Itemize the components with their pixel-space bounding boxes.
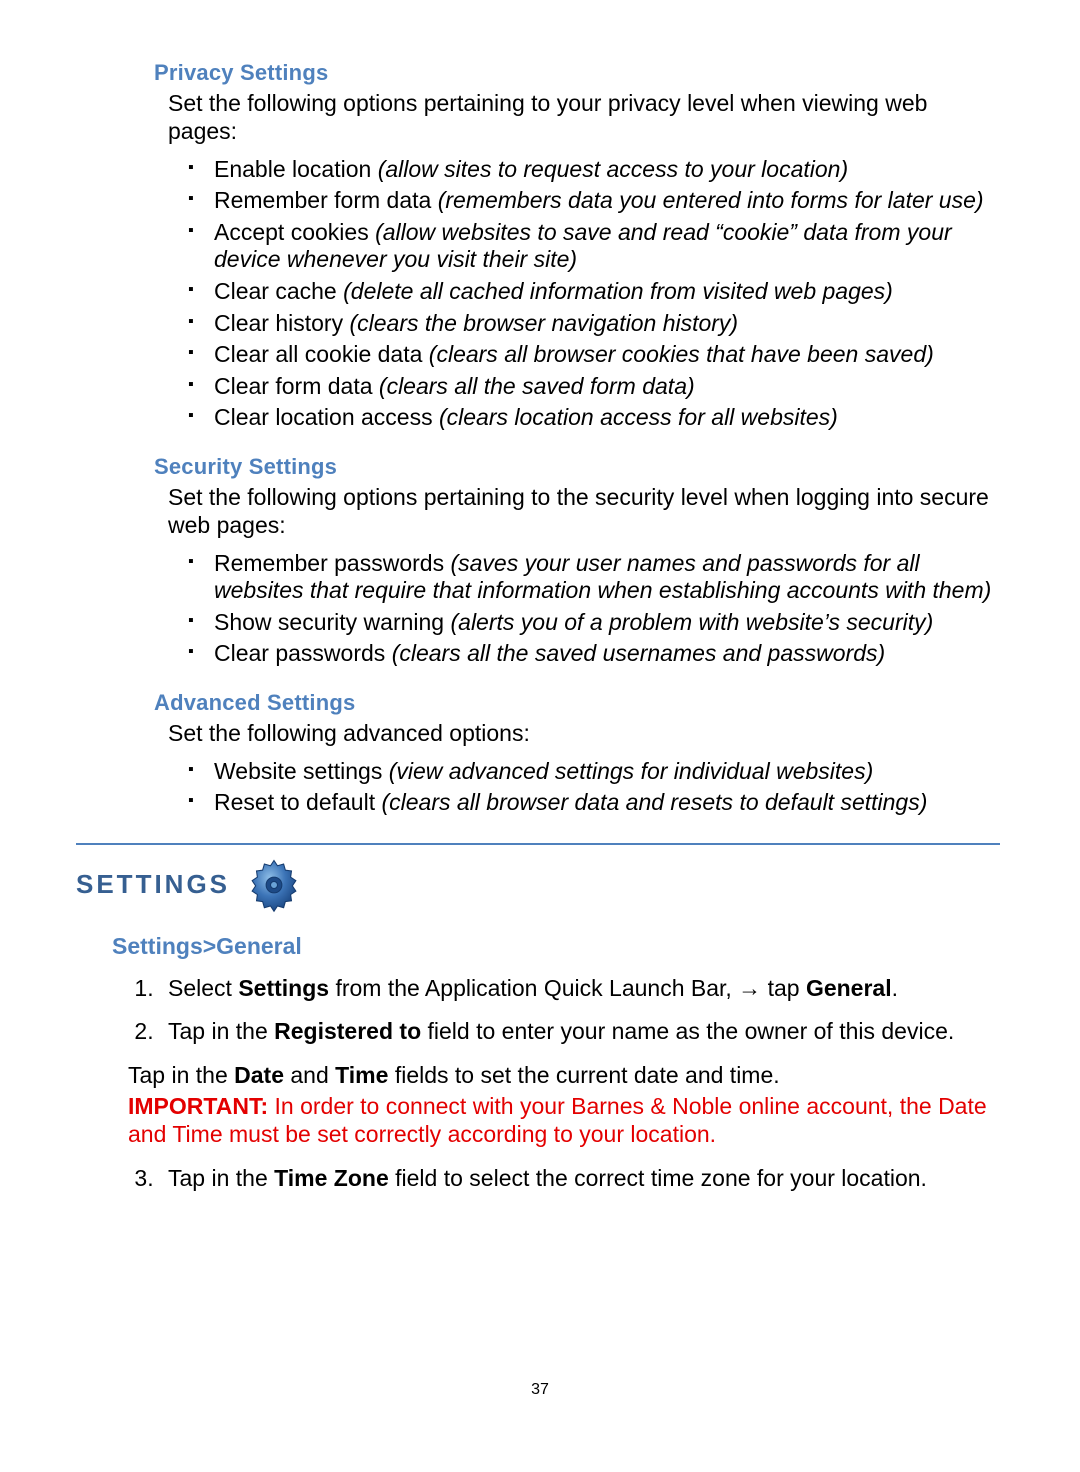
text: field to select the correct time zone fo… <box>389 1165 927 1191</box>
item-desc: (view advanced settings for individual w… <box>389 758 874 784</box>
page-number: 37 <box>0 1380 1080 1399</box>
settings-general-heading: Settings>General <box>112 933 1000 961</box>
privacy-list: Enable location (allow sites to request … <box>76 156 1000 436</box>
step-2: Tap in the Registered to field to enter … <box>160 1018 1000 1062</box>
section-title: SETTINGS <box>76 869 230 900</box>
text: field to enter your name as the owner of… <box>421 1018 954 1044</box>
important-label: IMPORTANT: <box>128 1093 268 1119</box>
bold-text: Date <box>234 1062 284 1088</box>
item-label: Enable location <box>214 156 378 182</box>
bold-text: Registered to <box>274 1018 421 1044</box>
list-item: Accept cookies (allow websites to save a… <box>204 219 1000 278</box>
bold-text: Settings <box>238 975 329 1001</box>
item-desc: (remembers data you entered into forms f… <box>438 187 984 213</box>
list-item: Clear cache (delete all cached informati… <box>204 278 1000 310</box>
bold-text: Time <box>335 1062 388 1088</box>
list-item: Clear all cookie data (clears all browse… <box>204 341 1000 373</box>
list-item: Reset to default (clears all browser dat… <box>204 789 1000 821</box>
security-intro: Set the following options pertaining to … <box>168 484 1000 539</box>
item-label: Accept cookies <box>214 219 375 245</box>
advanced-intro: Set the following advanced options: <box>168 720 1000 748</box>
list-item: Clear history (clears the browser naviga… <box>204 310 1000 342</box>
item-label: Clear history <box>214 310 349 336</box>
item-label: Clear passwords <box>214 640 392 666</box>
step-1: Select Settings from the Application Qui… <box>160 975 1000 1019</box>
item-desc: (clears all browser cookies that have be… <box>429 341 934 367</box>
item-label: Clear form data <box>214 373 379 399</box>
security-list: Remember passwords (saves your user name… <box>76 550 1000 672</box>
list-item: Website settings (view advanced settings… <box>204 758 1000 790</box>
item-desc: (clears all browser data and resets to d… <box>382 789 928 815</box>
item-desc: (allow sites to request access to your l… <box>378 156 848 182</box>
item-label: Clear location access <box>214 404 439 430</box>
item-desc: (clears location access for all websites… <box>439 404 838 430</box>
list-item: Clear location access (clears location a… <box>204 404 1000 436</box>
item-desc: (delete all cached information from visi… <box>343 278 893 304</box>
text: Tap in the <box>168 1165 274 1191</box>
privacy-heading: Privacy Settings <box>154 60 1000 86</box>
section-rule <box>76 843 1000 845</box>
item-label: Clear all cookie data <box>214 341 429 367</box>
text: Tap in the <box>128 1062 234 1088</box>
item-desc: (clears all the saved form data) <box>379 373 695 399</box>
item-label: Reset to default <box>214 789 382 815</box>
item-desc: (alerts you of a problem with website’s … <box>451 609 934 635</box>
text: from the Application Quick Launch Bar, →… <box>329 975 806 1001</box>
steps-list-cont: Tap in the Time Zone field to select the… <box>132 1165 1000 1209</box>
important-note: IMPORTANT: In order to connect with your… <box>128 1093 1000 1148</box>
text: and <box>284 1062 335 1088</box>
privacy-intro: Set the following options pertaining to … <box>168 90 1000 145</box>
advanced-heading: Advanced Settings <box>154 690 1000 716</box>
item-label: Show security warning <box>214 609 451 635</box>
item-label: Remember passwords <box>214 550 450 576</box>
text: Tap in the <box>168 1018 274 1044</box>
date-time-paragraph: Tap in the Date and Time fields to set t… <box>128 1062 1000 1090</box>
list-item: Enable location (allow sites to request … <box>204 156 1000 188</box>
item-desc: (clears all the saved usernames and pass… <box>392 640 885 666</box>
list-item: Clear passwords (clears all the saved us… <box>204 640 1000 672</box>
item-label: Remember form data <box>214 187 438 213</box>
steps-list: Select Settings from the Application Qui… <box>132 975 1000 1062</box>
item-label: Clear cache <box>214 278 343 304</box>
step-3: Tap in the Time Zone field to select the… <box>160 1165 1000 1209</box>
advanced-list: Website settings (view advanced settings… <box>76 758 1000 821</box>
text: Select <box>168 975 238 1001</box>
bold-text: General <box>806 975 892 1001</box>
gear-icon <box>244 857 304 913</box>
item-desc: (clears the browser navigation history) <box>349 310 738 336</box>
list-item: Remember form data (remembers data you e… <box>204 187 1000 219</box>
item-label: Website settings <box>214 758 389 784</box>
security-heading: Security Settings <box>154 454 1000 480</box>
list-item: Show security warning (alerts you of a p… <box>204 609 1000 641</box>
bold-text: Time Zone <box>274 1165 389 1191</box>
text: fields to set the current date and time. <box>388 1062 779 1088</box>
list-item: Remember passwords (saves your user name… <box>204 550 1000 609</box>
list-item: Clear form data (clears all the saved fo… <box>204 373 1000 405</box>
text: . <box>892 975 898 1001</box>
